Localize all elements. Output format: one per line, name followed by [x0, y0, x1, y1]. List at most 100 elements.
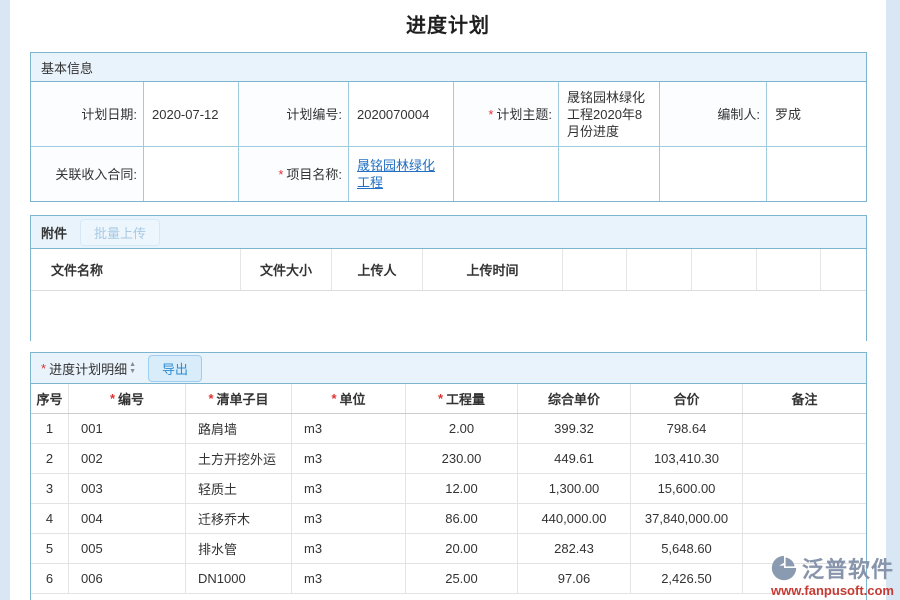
- table-cell: 25.00: [406, 564, 518, 593]
- attachment-empty-column: [757, 249, 821, 290]
- table-cell: 土方开挖外运: [186, 444, 292, 473]
- export-button[interactable]: 导出: [148, 355, 202, 382]
- table-row: 3003轻质土m312.001,300.0015,600.00: [31, 474, 866, 504]
- spinner-up-icon[interactable]: ▲: [129, 361, 136, 368]
- required-icon: *: [110, 391, 115, 406]
- column-header: 综合单价: [518, 384, 631, 413]
- attachment-column-header: 上传人: [332, 249, 423, 290]
- watermark-brand-row: 泛普软件: [770, 552, 894, 584]
- plan-date-label: 计划日期:: [31, 82, 143, 146]
- table-cell: 002: [69, 444, 186, 473]
- required-icon: *: [438, 391, 443, 406]
- attachment-empty-column: [692, 249, 757, 290]
- table-cell: 97.06: [518, 564, 631, 593]
- table-cell: 003: [69, 474, 186, 503]
- related-contract-label: 关联收入合同:: [31, 147, 143, 201]
- table-row: 6006DN1000m325.0097.062,426.50: [31, 564, 866, 594]
- plan-subject-label-text: 计划主题:: [496, 106, 552, 123]
- table-row: 5005排水管m320.00282.435,648.60: [31, 534, 866, 564]
- required-icon: *: [208, 391, 213, 406]
- watermark-url: www.fanpusoft.com: [770, 584, 894, 597]
- table-row: 1001路肩墙m32.00399.32798.64: [31, 414, 866, 444]
- page-title: 进度计划: [10, 9, 886, 38]
- attachments-title: 附件: [41, 223, 67, 242]
- table-cell: 12.00: [406, 474, 518, 503]
- attachments-header: 附件 批量上传: [31, 216, 866, 249]
- attachment-column-header: 文件名称: [31, 249, 241, 290]
- detail-section-header: * 进度计划明细 ▲ ▼ 导出: [31, 353, 866, 384]
- plan-subject-value: 晟铭园林绿化工程2020年8月份进度: [558, 82, 659, 146]
- table-row: 4004迁移乔木m386.00440,000.0037,840,000.00: [31, 504, 866, 534]
- basic-info-title: 基本信息: [41, 58, 93, 77]
- attachment-column-header: 文件大小: [241, 249, 332, 290]
- project-name-label: * 项目名称:: [238, 147, 348, 201]
- table-cell: 路肩墙: [186, 414, 292, 443]
- column-header-label: 综合单价: [548, 389, 600, 408]
- column-header: 序号: [31, 384, 69, 413]
- attachment-empty-column: [563, 249, 627, 290]
- table-cell: 37,840,000.00: [631, 504, 743, 533]
- table-cell: 15,600.00: [631, 474, 743, 503]
- detail-table-body: 1001路肩墙m32.00399.32798.642002土方开挖外运m3230…: [31, 414, 866, 594]
- table-cell: 轻质土: [186, 474, 292, 503]
- column-header-label: 清单子目: [217, 389, 269, 408]
- table-cell: 103,410.30: [631, 444, 743, 473]
- detail-header-row: 序号*编号*清单子目*单位*工程量综合单价合价备注: [31, 384, 866, 414]
- batch-upload-button[interactable]: 批量上传: [80, 219, 160, 246]
- empty-cell: [453, 147, 558, 201]
- basic-info-section: 基本信息 计划日期: 2020-07-12 计划编号: 2020070004 *…: [30, 52, 867, 202]
- table-cell: 排水管: [186, 534, 292, 563]
- detail-section: * 进度计划明细 ▲ ▼ 导出 序号*编号*清单子目*单位*工程量综合单价合价备…: [30, 352, 867, 600]
- table-cell: m3: [292, 504, 406, 533]
- column-header: * 清单子目: [186, 384, 292, 413]
- empty-cell: [659, 147, 766, 201]
- creator-value: 罗成: [766, 82, 866, 146]
- table-cell: 20.00: [406, 534, 518, 563]
- plan-no-label: 计划编号:: [238, 82, 348, 146]
- basic-info-header: 基本信息: [31, 53, 866, 82]
- column-header: *编号: [69, 384, 186, 413]
- table-cell: 798.64: [631, 414, 743, 443]
- attachment-empty-column: [627, 249, 692, 290]
- sort-spinner[interactable]: ▲ ▼: [129, 361, 136, 375]
- table-cell: 86.00: [406, 504, 518, 533]
- table-cell: 001: [69, 414, 186, 443]
- attachments-section: 附件 批量上传 文件名称文件大小上传人上传时间: [30, 215, 867, 341]
- table-cell: m3: [292, 414, 406, 443]
- table-cell: 230.00: [406, 444, 518, 473]
- related-contract-value: [143, 147, 238, 201]
- column-header-label: 合价: [673, 389, 699, 408]
- table-cell: 6: [31, 564, 69, 593]
- table-cell: [743, 474, 866, 503]
- watermark: 泛普软件 www.fanpusoft.com: [770, 552, 894, 597]
- table-cell: DN1000: [186, 564, 292, 593]
- table-cell: 2.00: [406, 414, 518, 443]
- project-name-label-text: 项目名称:: [286, 166, 342, 183]
- spinner-down-icon[interactable]: ▼: [129, 368, 136, 375]
- column-header-label: 编号: [118, 389, 144, 408]
- table-cell: [743, 414, 866, 443]
- basic-info-row-2: 关联收入合同: * 项目名称: 晟铭园林绿化工程: [31, 146, 866, 201]
- column-header-label: 序号: [36, 389, 62, 408]
- detail-section-title: 进度计划明细: [49, 359, 127, 378]
- table-cell: 2,426.50: [631, 564, 743, 593]
- table-cell: 004: [69, 504, 186, 533]
- table-row: 2002土方开挖外运m3230.00449.61103,410.30: [31, 444, 866, 474]
- table-cell: 3: [31, 474, 69, 503]
- table-cell: m3: [292, 564, 406, 593]
- table-cell: 005: [69, 534, 186, 563]
- column-header: *单位: [292, 384, 406, 413]
- page-content: 进度计划 基本信息 计划日期: 2020-07-12 计划编号: 2020070…: [10, 0, 886, 600]
- table-cell: 006: [69, 564, 186, 593]
- watermark-brand-text: 泛普软件: [802, 552, 894, 584]
- required-icon: *: [41, 361, 46, 376]
- table-cell: 440,000.00: [518, 504, 631, 533]
- table-cell: 2: [31, 444, 69, 473]
- empty-cell: [766, 147, 866, 201]
- plan-subject-label: * 计划主题:: [453, 82, 558, 146]
- project-name-value: 晟铭园林绿化工程: [348, 147, 453, 201]
- column-header-label: 工程量: [446, 389, 485, 408]
- attachment-empty-column: [821, 249, 866, 290]
- project-name-link[interactable]: 晟铭园林绿化工程: [357, 157, 447, 191]
- table-cell: 282.43: [518, 534, 631, 563]
